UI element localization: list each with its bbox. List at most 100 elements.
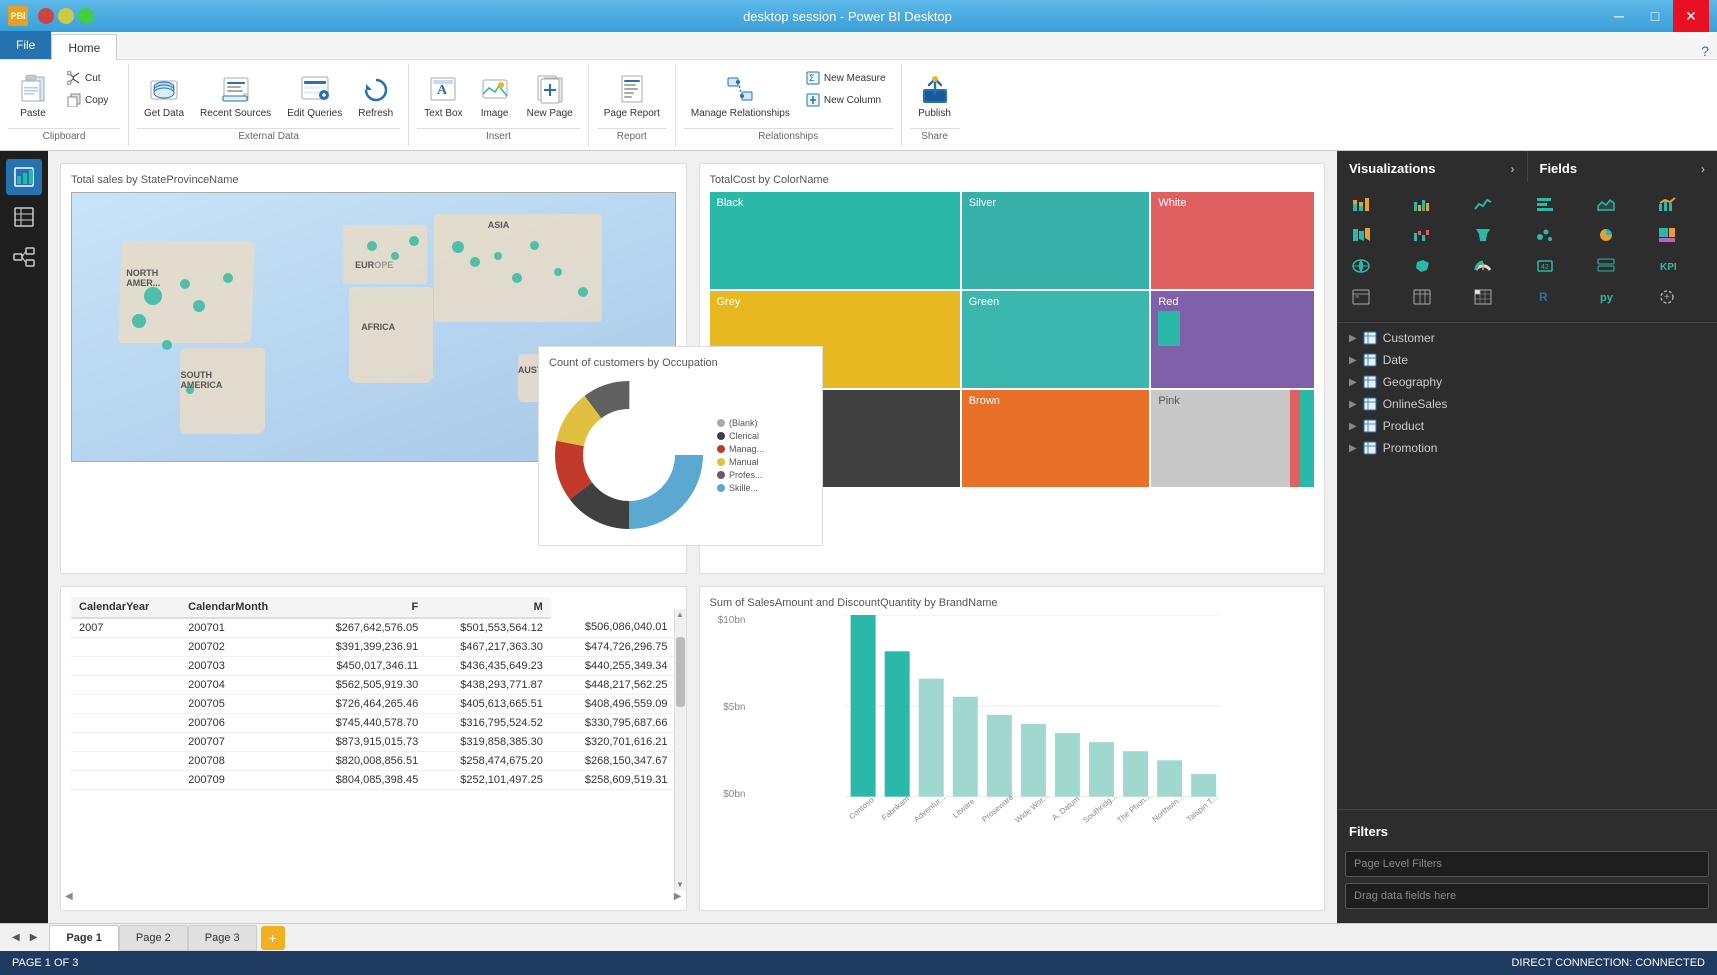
paste-button[interactable]: Paste: [8, 68, 58, 124]
viz-table[interactable]: [1406, 283, 1438, 311]
page-tab-1[interactable]: Page 1: [49, 925, 118, 951]
data-view-icon[interactable]: [6, 199, 42, 235]
donut-chart[interactable]: Count of customers by Occupation (Blank)…: [538, 346, 823, 546]
bar-7[interactable]: [1089, 742, 1114, 796]
viz-treemap[interactable]: [1651, 221, 1683, 249]
svg-text:A. Datum: A. Datum: [1050, 794, 1081, 822]
scroll-up-arrow[interactable]: ▲: [675, 609, 686, 621]
tab-home[interactable]: Home: [51, 34, 117, 60]
viz-combo[interactable]: [1651, 190, 1683, 218]
bar-1[interactable]: [884, 651, 909, 796]
bar-chart-card[interactable]: Sum of SalesAmount and DiscountQuantity …: [699, 586, 1326, 912]
help-icon[interactable]: ?: [1701, 43, 1709, 59]
quick-access-icon2[interactable]: [58, 8, 74, 24]
bar-0[interactable]: [850, 615, 875, 797]
bar-3[interactable]: [952, 696, 977, 796]
report-view-icon[interactable]: [6, 159, 42, 195]
viz-multirow[interactable]: [1590, 252, 1622, 280]
ribbon: File Home ? Paste Cut: [0, 32, 1717, 151]
bar-2[interactable]: [918, 678, 943, 796]
viz-funnel[interactable]: [1467, 221, 1499, 249]
cut-button[interactable]: Cut: [60, 68, 120, 88]
page-report-button[interactable]: Page Report: [597, 68, 667, 124]
minimize-button[interactable]: ─: [1601, 0, 1637, 32]
viz-grid-3: 42 KPI: [1345, 252, 1709, 280]
table-cell: [71, 732, 180, 751]
viz-filled-map[interactable]: [1406, 252, 1438, 280]
new-column-button[interactable]: New Column: [799, 90, 893, 110]
legend-blank: (Blank): [717, 418, 764, 428]
close-button[interactable]: ✕: [1673, 0, 1709, 32]
bar-6[interactable]: [1054, 733, 1079, 797]
quick-access-icon[interactable]: [38, 8, 54, 24]
viz-ribbon[interactable]: [1345, 221, 1377, 249]
viz-map[interactable]: [1345, 252, 1377, 280]
quick-access-icon3[interactable]: [78, 8, 94, 24]
viz-pie[interactable]: [1590, 221, 1622, 249]
scroll-right-btn[interactable]: ▶: [674, 891, 682, 902]
copy-button[interactable]: Copy: [60, 90, 120, 110]
new-measure-button[interactable]: Σ New Measure: [799, 68, 893, 88]
page-tab-3[interactable]: Page 3: [188, 925, 257, 951]
viz-slicer[interactable]: ≡: [1345, 283, 1377, 311]
status-bar: PAGE 1 OF 3 DIRECT CONNECTION: CONNECTED: [0, 951, 1717, 975]
bar-4[interactable]: [986, 714, 1011, 796]
bar-8[interactable]: [1123, 751, 1148, 796]
viz-card[interactable]: 42: [1529, 252, 1561, 280]
bar-5[interactable]: [1020, 723, 1045, 796]
page-prev-btn[interactable]: ◀: [8, 930, 24, 945]
table-scroll-controls: ◀ ▶: [61, 891, 686, 902]
viz-area[interactable]: [1590, 190, 1622, 218]
field-geography[interactable]: ▶ Geography: [1337, 371, 1717, 393]
refresh-button[interactable]: Refresh: [351, 68, 400, 124]
africa-label: AFRICA: [361, 322, 395, 332]
viz-waterfall[interactable]: [1406, 221, 1438, 249]
publish-button[interactable]: Publish: [910, 68, 960, 124]
field-onlinesales[interactable]: ▶ OnlineSales: [1337, 393, 1717, 415]
viz-kpi[interactable]: KPI: [1651, 252, 1683, 280]
field-product[interactable]: ▶ Product: [1337, 415, 1717, 437]
table-cell: [71, 770, 180, 789]
viz-scatter[interactable]: [1529, 221, 1561, 249]
bar-9[interactable]: [1157, 760, 1182, 796]
page-next-btn[interactable]: ▶: [26, 930, 42, 945]
image-button[interactable]: Image: [472, 68, 518, 124]
data-table-card[interactable]: CalendarYear CalendarMonth F M 200720070…: [60, 586, 687, 912]
viz-bar-h[interactable]: [1529, 190, 1561, 218]
add-page-button[interactable]: +: [261, 926, 285, 950]
viz-r[interactable]: R: [1529, 283, 1561, 311]
viz-python[interactable]: py: [1590, 283, 1622, 311]
table-cell: 200706: [180, 713, 301, 732]
viz-matrix[interactable]: [1467, 283, 1499, 311]
viz-bar-stacked[interactable]: [1345, 190, 1377, 218]
page-tab-2[interactable]: Page 2: [119, 925, 188, 951]
field-promotion[interactable]: ▶ Promotion: [1337, 437, 1717, 459]
insert-group: A Text Box Image New Page Inser: [409, 64, 589, 146]
viz-custom[interactable]: +: [1651, 283, 1683, 311]
recent-sources-button[interactable]: Recent Sources: [193, 68, 278, 124]
model-view-icon[interactable]: [6, 239, 42, 275]
viz-line[interactable]: [1467, 190, 1499, 218]
scroll-left-btn[interactable]: ◀: [65, 891, 73, 902]
y-label-mid: $5bn: [710, 702, 746, 713]
new-page-button[interactable]: New Page: [520, 68, 580, 124]
refresh-icon: [360, 73, 392, 105]
text-box-button[interactable]: A Text Box: [417, 68, 469, 124]
field-customer[interactable]: ▶ Customer: [1337, 327, 1717, 349]
viz-bar-cluster[interactable]: [1406, 190, 1438, 218]
maximize-button[interactable]: □: [1637, 0, 1673, 32]
edit-queries-button[interactable]: Edit Queries: [280, 68, 349, 124]
get-data-button[interactable]: Get Data: [137, 68, 191, 124]
manage-relationships-button[interactable]: Manage Relationships: [684, 68, 797, 124]
tab-file[interactable]: File: [0, 31, 51, 59]
fields-header[interactable]: Fields ›: [1528, 151, 1717, 182]
window-title: desktop session - Power BI Desktop: [94, 9, 1601, 24]
north-america-label: NORTHAMER...: [126, 268, 160, 288]
field-date[interactable]: ▶ Date: [1337, 349, 1717, 371]
table-cell: 2007: [71, 618, 180, 638]
visualizations-header[interactable]: Visualizations ›: [1337, 151, 1528, 182]
scroll-down-arrow[interactable]: ▼: [675, 878, 686, 890]
viz-gauge[interactable]: [1467, 252, 1499, 280]
legend-manag: Manag...: [717, 444, 764, 454]
table-scrollbar[interactable]: ▲ ▼: [674, 609, 686, 891]
